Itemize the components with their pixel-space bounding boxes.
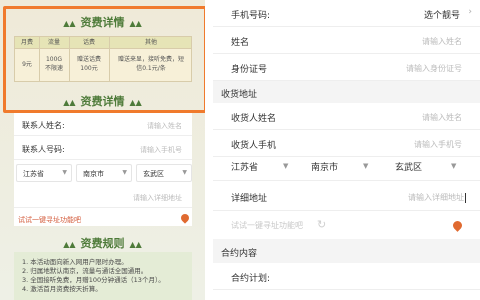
rule-item: 3. 全国接听免费，月赠100分钟通话（13个月）。 bbox=[22, 276, 165, 284]
highlight-box bbox=[3, 6, 205, 113]
contact-name-input[interactable]: 请输入姓名 bbox=[147, 121, 182, 131]
name-input[interactable]: 请输入姓名 bbox=[422, 36, 462, 47]
fee-rules-title: ▲▲ 资费规则 ▲▲ bbox=[63, 237, 142, 250]
fee-rules-card: 1. 本活动面向新入网用户限时办理。 2. 归属地默认南京，流量与通话全国通用。… bbox=[14, 252, 192, 300]
receiver-phone-row[interactable]: 收货人手机 请输入手机号 bbox=[213, 130, 480, 157]
address-input[interactable]: 请输入详细地址 bbox=[133, 193, 182, 203]
contact-name-row[interactable]: 联系人姓名: 请输入姓名 bbox=[14, 114, 192, 136]
text-caret bbox=[465, 192, 466, 203]
district-select[interactable]: 玄武区 ▼ bbox=[395, 160, 465, 182]
name-label: 姓名 bbox=[231, 38, 250, 48]
chevron-down-icon: ▼ bbox=[122, 169, 127, 176]
receiver-name-row[interactable]: 收货人姓名 请输入姓名 bbox=[213, 103, 480, 130]
location-pin-icon[interactable] bbox=[179, 212, 191, 224]
refresh-icon[interactable]: ↻ bbox=[317, 218, 326, 231]
chevron-down-icon: ▼ bbox=[62, 169, 67, 176]
rule-item: 1. 本活动面向新入网用户限时办理。 bbox=[22, 258, 128, 266]
left-order-form: 联系人姓名: 请输入姓名 联系人号码: 请输入手机号 江苏省 ▼ 南京市 ▼ 玄武区… bbox=[14, 112, 192, 226]
chevron-down-icon: ▼ bbox=[451, 162, 457, 170]
rule-item: 2. 归属地默认南京，流量与通话全国通用。 bbox=[22, 267, 148, 275]
locate-hint-link[interactable]: 试试一键寻址功能吧 bbox=[18, 215, 81, 225]
phone-number-row[interactable]: 手机号码: 选个靓号 › bbox=[213, 0, 480, 27]
province-select[interactable]: 江苏省 ▼ bbox=[231, 160, 301, 182]
name-row[interactable]: 姓名 请输入姓名 bbox=[213, 27, 480, 54]
chevron-down-icon: ▼ bbox=[363, 162, 369, 170]
city-select[interactable]: 南京市 ▼ bbox=[76, 164, 132, 182]
choose-number-button[interactable]: 选个靓号 bbox=[424, 8, 460, 21]
left-phone-screen: ▲▲ 资费详情 ▲▲ 月费 流量 话费 其他 9元 100G 不限速 赠送话费 10… bbox=[0, 0, 205, 300]
contact-phone-label: 联系人号码: bbox=[22, 145, 65, 154]
contract-section-header: 合约内容 bbox=[213, 239, 480, 263]
city-select[interactable]: 南京市 ▼ bbox=[311, 160, 381, 182]
id-number-label: 身份证号 bbox=[231, 65, 268, 75]
receiver-name-label: 收货人姓名 bbox=[231, 114, 277, 124]
id-number-input[interactable]: 请输入身份证号 bbox=[406, 63, 462, 74]
contract-plan-label: 合约计划: bbox=[231, 274, 271, 284]
locate-hint-link[interactable]: 试试一键寻址功能吧 bbox=[231, 220, 303, 231]
id-number-row[interactable]: 身份证号 请输入身份证号 bbox=[213, 54, 480, 81]
address-section-header: 收货地址 bbox=[213, 81, 480, 103]
province-select[interactable]: 江苏省 ▼ bbox=[16, 164, 72, 182]
locate-row: 试试一键寻址功能吧 ↻ bbox=[213, 211, 480, 239]
location-pin-icon[interactable] bbox=[451, 219, 464, 232]
receiver-phone-input[interactable]: 请输入手机号 bbox=[414, 139, 462, 150]
tree-icon: ▲▲ bbox=[129, 240, 142, 249]
district-select[interactable]: 玄武区 ▼ bbox=[136, 164, 192, 182]
contract-plan-row[interactable]: 合约计划: bbox=[213, 263, 480, 290]
chevron-down-icon: ▼ bbox=[283, 162, 289, 170]
phone-number-label: 手机号码: bbox=[231, 11, 271, 21]
right-phone-screen: 手机号码: 选个靓号 › 姓名 请输入姓名 身份证号 请输入身份证号 收货地址 … bbox=[213, 0, 480, 300]
address-row[interactable]: 请输入详细地址 bbox=[14, 186, 192, 208]
contact-phone-row[interactable]: 联系人号码: 请输入手机号 bbox=[14, 138, 192, 160]
chevron-down-icon: ▼ bbox=[182, 169, 187, 176]
contact-phone-input[interactable]: 请输入手机号 bbox=[140, 145, 182, 155]
detail-address-row[interactable]: 详细地址 请输入详细地址 bbox=[213, 183, 480, 211]
detail-address-label: 详细地址 bbox=[231, 194, 268, 204]
tree-icon: ▲▲ bbox=[63, 240, 76, 249]
receiver-phone-label: 收货人手机 bbox=[231, 141, 277, 151]
detail-address-input[interactable]: 请输入详细地址 bbox=[408, 192, 466, 203]
receiver-name-input[interactable]: 请输入姓名 bbox=[422, 112, 462, 123]
rule-item: 4. 激活首月资费按天折算。 bbox=[22, 285, 102, 293]
chevron-right-icon: › bbox=[468, 7, 472, 17]
contact-name-label: 联系人姓名: bbox=[22, 121, 65, 130]
